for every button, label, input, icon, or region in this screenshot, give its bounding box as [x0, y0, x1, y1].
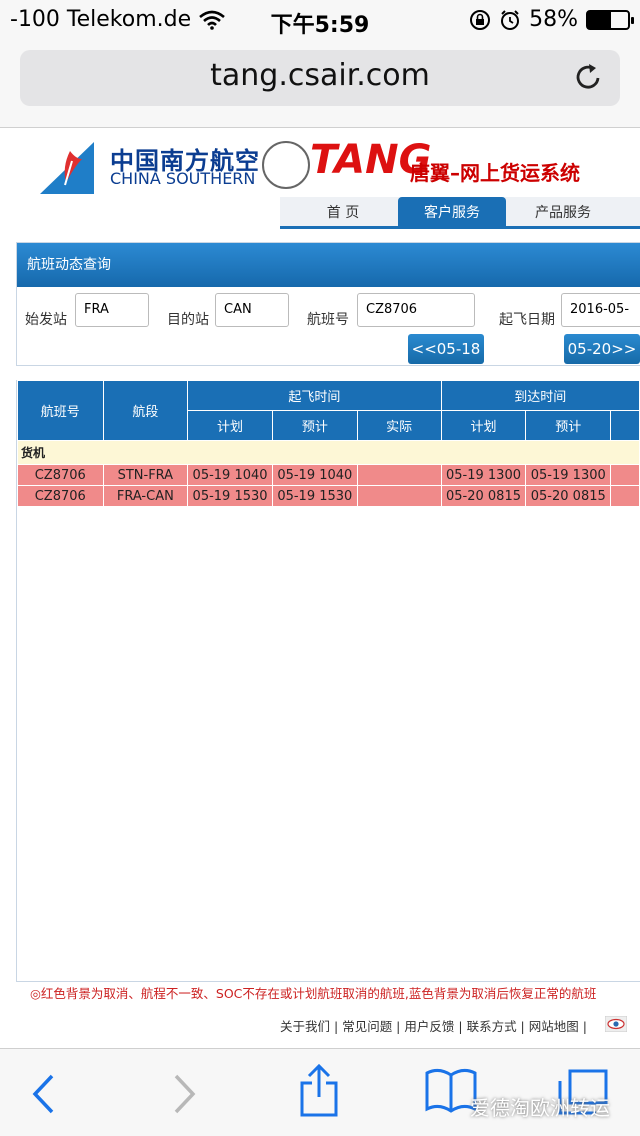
destination-input[interactable]: CAN — [215, 293, 289, 327]
flight-results: 航班号 航段 起飞时间 到达时间 计划 预计 实际 计划 预计 货机 CZ870… — [16, 380, 640, 982]
nav-tab-product-service[interactable]: 产品服务 — [520, 197, 606, 229]
origin-label: 始发站 — [25, 312, 67, 328]
eye-icon — [605, 1016, 627, 1032]
category-label: 货机 — [17, 440, 640, 465]
cell-segment: STN-FRA — [102, 464, 189, 486]
main-nav: 首 页 客户服务 产品服务 — [0, 197, 640, 229]
footer-link-about[interactable]: 关于我们 — [280, 1019, 330, 1034]
origin-input[interactable]: FRA — [75, 293, 149, 327]
header-segment: 航段 — [102, 380, 189, 441]
panel-title: 航班动态查询 — [17, 243, 640, 287]
nav-tab-customer-service[interactable]: 客户服务 — [398, 197, 506, 229]
watermark: 爱德淘欧洲转运 — [470, 1096, 610, 1120]
flight-table: 航班号 航段 起飞时间 到达时间 计划 预计 实际 计划 预计 货机 CZ870… — [17, 380, 640, 507]
cell-arr-act — [610, 464, 640, 486]
back-icon[interactable] — [30, 1073, 58, 1115]
previous-day-button[interactable]: <<05-18 — [408, 334, 484, 364]
category-row: 货机 — [17, 440, 640, 465]
cell-arr-plan: 05-20 0815 — [440, 485, 527, 507]
tang-subtitle: 唐翼–网上货运系统 — [410, 161, 580, 185]
header-dep-actual: 实际 — [356, 410, 442, 441]
footer-links: 关于我们 | 常见问题 | 用户反馈 | 联系方式 | 网站地图 | — [280, 1019, 587, 1034]
cell-arr-est: 05-20 0815 — [525, 485, 612, 507]
battery-icon — [586, 9, 634, 30]
destination-label: 目的站 — [167, 312, 209, 328]
cell-segment: FRA-CAN — [102, 485, 189, 507]
cell-dep-plan: 05-19 1530 — [187, 485, 273, 507]
legend-note: ◎红色背景为取消、航程不一致、SOC不存在或计划航班取消的航班,蓝色背景为取消后… — [30, 986, 597, 1001]
browser-address-area: tang.csair.com — [0, 40, 640, 128]
table-row[interactable]: CZ8706 STN-FRA 05-19 1040 05-19 1040 05-… — [17, 464, 640, 486]
status-bar: -100 Telekom.de 下午5:59 58% — [0, 0, 640, 40]
flight-query-panel: 航班动态查询 始发站 FRA 目的站 CAN 航班号 CZ8706 起飞日期 2… — [16, 242, 640, 366]
cell-arr-plan: 05-19 1300 — [440, 464, 527, 486]
flight-number-label: 航班号 — [307, 312, 349, 328]
cell-flight: CZ8706 — [17, 464, 104, 486]
footer-link-faq[interactable]: 常见问题 — [342, 1019, 392, 1034]
rotation-lock-icon — [470, 9, 491, 30]
china-southern-logo-icon — [32, 139, 102, 199]
header-arr-estimated: 预计 — [525, 410, 612, 441]
reload-icon[interactable] — [574, 62, 604, 92]
flight-number-input[interactable]: CZ8706 — [357, 293, 475, 327]
address-bar[interactable]: tang.csair.com — [20, 50, 620, 106]
departure-date-label: 起飞日期 — [499, 312, 555, 328]
table-row[interactable]: CZ8706 FRA-CAN 05-19 1530 05-19 1530 05-… — [17, 485, 640, 507]
header-arrival-time: 到达时间 — [440, 380, 640, 411]
cell-dep-plan: 05-19 1040 — [187, 464, 273, 486]
alarm-icon — [501, 9, 520, 30]
cell-dep-act — [356, 485, 442, 507]
header-departure-time: 起飞时间 — [187, 380, 442, 411]
footer-link-contact[interactable]: 联系方式 — [467, 1019, 517, 1034]
departure-date-input[interactable]: 2016-05-19 — [561, 293, 640, 349]
header-dep-planned: 计划 — [187, 410, 273, 441]
footer-link-feedback[interactable]: 用户反馈 — [404, 1019, 454, 1034]
header-dep-estimated: 预计 — [271, 410, 358, 441]
china-southern-name-en: CHINA SOUTHERN — [110, 169, 256, 188]
cell-arr-est: 05-19 1300 — [525, 464, 612, 486]
cell-arr-act — [610, 485, 640, 507]
url-text: tang.csair.com — [210, 58, 430, 93]
battery-level — [588, 11, 612, 28]
nav-tab-home[interactable]: 首 页 — [300, 197, 386, 229]
header-flight-no: 航班号 — [17, 380, 104, 441]
cell-dep-est: 05-19 1530 — [271, 485, 358, 507]
share-icon[interactable] — [298, 1063, 340, 1119]
skyteam-cargo-icon — [262, 141, 310, 189]
site-header: 中国南方航空 CHINA SOUTHERN TANG 唐翼–网上货运系统 首 页… — [0, 129, 640, 229]
next-day-button[interactable]: 05-20>> — [564, 334, 640, 364]
header-arr-actual — [610, 410, 640, 441]
forward-icon[interactable] — [170, 1073, 198, 1115]
footer-link-sitemap[interactable]: 网站地图 — [529, 1019, 579, 1034]
cell-dep-act — [356, 464, 442, 486]
cell-dep-est: 05-19 1040 — [271, 464, 358, 486]
cell-flight: CZ8706 — [17, 485, 104, 507]
status-right: 58% — [469, 7, 634, 32]
header-arr-planned: 计划 — [440, 410, 527, 441]
battery-percent: 58% — [529, 7, 578, 32]
